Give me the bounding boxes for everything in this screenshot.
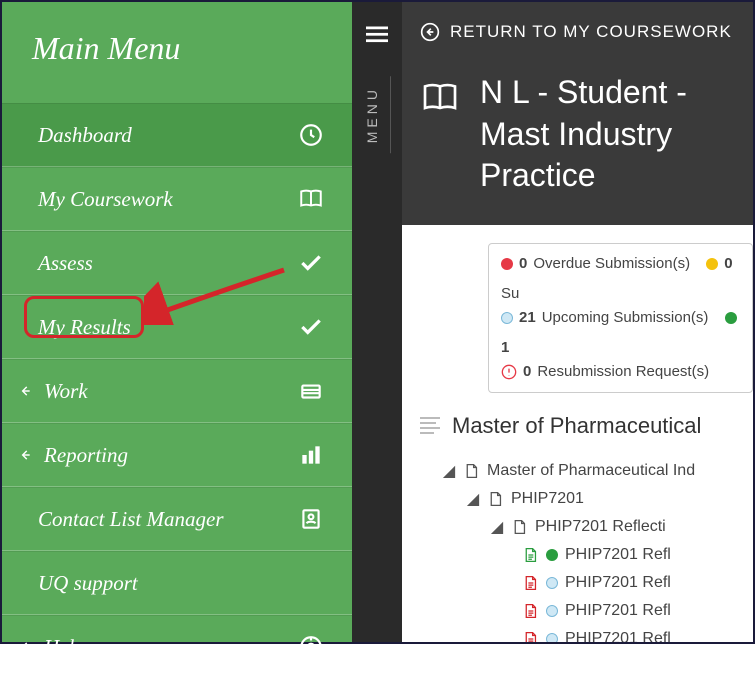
page: RETURN TO MY COURSEWORK N L - Student - …	[402, 2, 753, 642]
document-icon	[522, 573, 539, 593]
caret-down-icon[interactable]: ◢	[442, 461, 456, 481]
contact-icon	[298, 506, 324, 532]
document-icon	[463, 461, 480, 481]
arrow-left-icon	[18, 640, 32, 654]
content: 0 Overdue Submission(s) 0 Su 21 Upcoming…	[402, 225, 753, 642]
tray-icon	[298, 378, 324, 404]
warning-icon	[501, 364, 517, 380]
status-count: 21	[519, 306, 536, 330]
section-header-label: Master of Pharmaceutical	[452, 413, 701, 439]
sidebar-item-contact-list-manager[interactable]: Contact List Manager	[2, 487, 352, 551]
tree-leaf[interactable]: PHIP7201 Refl	[522, 541, 753, 569]
tree-node[interactable]: ◢ PHIP7201 Reflecti	[490, 513, 753, 541]
sidebar-item-dashboard[interactable]: Dashboard	[2, 103, 352, 167]
tree-label: PHIP7201	[511, 490, 584, 508]
document-icon	[522, 545, 539, 565]
status-label: Resubmission Request(s)	[537, 360, 709, 384]
blank-icon	[298, 570, 324, 596]
tree-label: PHIP7201 Refl	[565, 630, 671, 642]
sidebar: Main Menu Dashboard My Coursework Assess…	[2, 2, 352, 642]
dot-green-icon	[725, 312, 737, 324]
tree-label: Master of Pharmaceutical Ind	[487, 462, 695, 480]
sidebar-item-label: Dashboard	[38, 123, 132, 148]
dot-yellow-icon	[706, 258, 718, 270]
tree-node[interactable]: ◢ PHIP7201	[466, 485, 753, 513]
arrow-left-icon	[18, 448, 32, 462]
book-icon	[298, 186, 324, 212]
dashboard-icon	[298, 122, 324, 148]
sidebar-item-my-coursework[interactable]: My Coursework	[2, 167, 352, 231]
status-label: Upcoming Submission(s)	[542, 306, 709, 330]
dot-lightblue-icon	[546, 577, 558, 589]
tree-leaf[interactable]: PHIP7201 Refl	[522, 625, 753, 642]
return-arrow-icon	[420, 22, 440, 42]
sidebar-item-my-results[interactable]: My Results	[2, 295, 352, 359]
page-title: N L - Student - Mast Industry Practice	[480, 72, 753, 197]
sidebar-item-label: My Coursework	[38, 187, 173, 212]
page-header: N L - Student - Mast Industry Practice	[402, 62, 753, 225]
tree-label: PHIP7201 Refl	[565, 574, 671, 592]
status-count: 0	[523, 360, 531, 384]
sidebar-item-uq-support[interactable]: UQ support	[2, 551, 352, 615]
tree-label: PHIP7201 Refl	[565, 602, 671, 620]
document-icon	[511, 517, 528, 537]
tree-label: PHIP7201 Reflecti	[535, 518, 666, 536]
return-link[interactable]: RETURN TO MY COURSEWORK	[402, 2, 753, 62]
sidebar-item-label: Reporting	[44, 443, 128, 468]
hamburger-icon[interactable]	[366, 24, 388, 46]
sidebar-item-label: Assess	[38, 251, 93, 276]
sidebar-item-help[interactable]: Help	[2, 615, 352, 679]
document-icon	[522, 629, 539, 642]
section-header: Master of Pharmaceutical	[420, 413, 753, 439]
document-icon	[522, 601, 539, 621]
sidebar-item-work[interactable]: Work	[2, 359, 352, 423]
status-label: Su	[501, 282, 519, 306]
status-count: 0	[724, 252, 732, 276]
sidebar-item-label: My Results	[38, 315, 131, 340]
check-icon	[298, 250, 324, 276]
status-count: 0	[519, 252, 527, 276]
tree-leaf[interactable]: PHIP7201 Refl	[522, 597, 753, 625]
tree-node[interactable]: ◢ Master of Pharmaceutical Ind	[442, 457, 753, 485]
sidebar-item-label: Help	[44, 635, 85, 660]
tree-label: PHIP7201 Refl	[565, 546, 671, 564]
status-box: 0 Overdue Submission(s) 0 Su 21 Upcoming…	[488, 243, 753, 393]
book-icon	[420, 78, 460, 118]
status-count: 1	[501, 336, 509, 360]
dot-lightblue-icon	[546, 633, 558, 642]
return-link-label: RETURN TO MY COURSEWORK	[450, 22, 732, 42]
caret-down-icon[interactable]: ◢	[466, 489, 480, 509]
caret-down-icon[interactable]: ◢	[490, 517, 504, 537]
sidebar-item-label: Contact List Manager	[38, 507, 224, 532]
dot-red-icon	[501, 258, 513, 270]
sidebar-title: Main Menu	[2, 2, 352, 103]
dot-lightblue-icon	[501, 312, 513, 324]
chart-icon	[298, 442, 324, 468]
sidebar-item-label: Work	[44, 379, 88, 404]
dot-lightblue-icon	[546, 605, 558, 617]
tree-leaf[interactable]: PHIP7201 Refl	[522, 569, 753, 597]
help-icon	[298, 634, 324, 660]
menu-strip: MENU	[352, 2, 402, 642]
arrow-left-icon	[18, 384, 32, 398]
lines-icon	[420, 417, 440, 434]
tree: ◢ Master of Pharmaceutical Ind ◢ PHIP720…	[442, 457, 753, 642]
sidebar-item-label: UQ support	[38, 571, 138, 596]
sidebar-item-reporting[interactable]: Reporting	[2, 423, 352, 487]
sidebar-item-assess[interactable]: Assess	[2, 231, 352, 295]
dot-green-icon	[546, 549, 558, 561]
status-label: Overdue Submission(s)	[533, 252, 690, 276]
check-icon	[298, 314, 324, 340]
menu-strip-label: MENU	[364, 76, 391, 153]
document-icon	[487, 489, 504, 509]
